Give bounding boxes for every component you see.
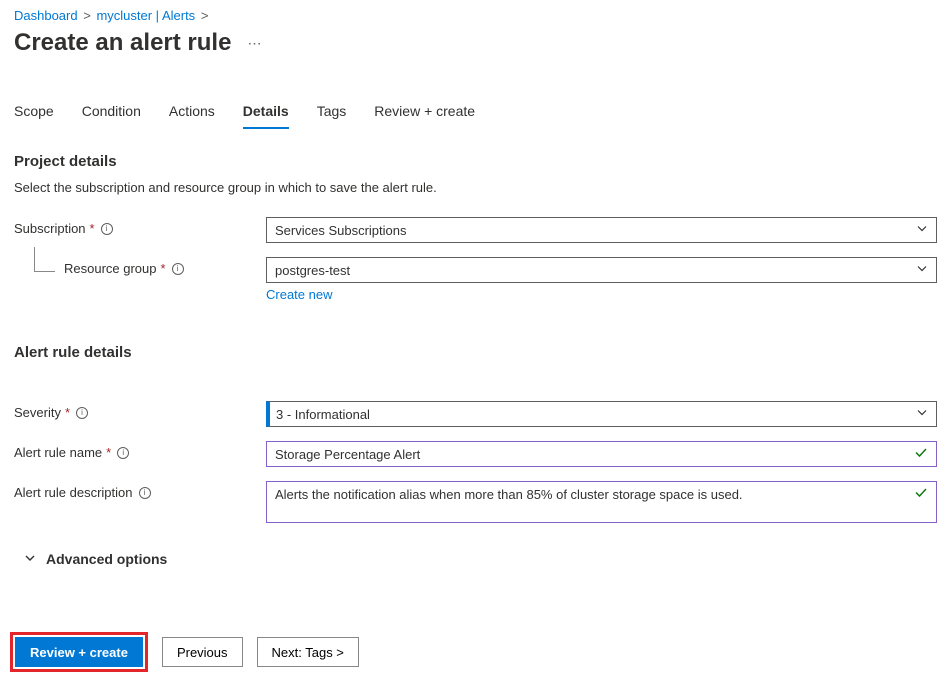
resource-group-select[interactable]: postgres-test — [266, 257, 937, 283]
tabs: Scope Condition Actions Details Tags Rev… — [0, 67, 951, 129]
info-icon[interactable]: i — [172, 263, 184, 275]
resource-group-label: Resource group * i — [14, 257, 266, 276]
section-title-project-details: Project details — [14, 153, 937, 170]
more-actions-button[interactable]: ⋯ — [243, 31, 265, 56]
alert-rule-description-input[interactable]: Alerts the notification alias when more … — [266, 481, 937, 523]
tab-details[interactable]: Details — [243, 97, 289, 129]
required-indicator: * — [106, 445, 111, 460]
create-new-link[interactable]: Create new — [266, 287, 332, 302]
breadcrumb-item-mycluster[interactable]: mycluster | Alerts — [96, 8, 195, 23]
info-icon[interactable]: i — [117, 447, 129, 459]
tab-actions[interactable]: Actions — [169, 97, 215, 129]
chevron-down-icon — [916, 407, 928, 422]
subscription-select[interactable]: Services Subscriptions — [266, 217, 937, 243]
breadcrumb-item-dashboard[interactable]: Dashboard — [14, 8, 78, 23]
tab-scope[interactable]: Scope — [14, 97, 54, 129]
severity-label: Severity * i — [14, 401, 266, 420]
page-title: Create an alert rule — [14, 29, 231, 57]
info-icon[interactable]: i — [101, 223, 113, 235]
footer: Review + create Previous Next: Tags > — [10, 632, 359, 672]
breadcrumb: Dashboard > mycluster | Alerts > — [0, 0, 951, 27]
tab-tags[interactable]: Tags — [317, 97, 347, 129]
required-indicator: * — [161, 261, 166, 276]
review-create-button[interactable]: Review + create — [15, 637, 143, 667]
page-header: Create an alert rule ⋯ — [0, 27, 951, 67]
previous-button[interactable]: Previous — [162, 637, 243, 667]
subscription-label: Subscription * i — [14, 217, 266, 236]
info-icon[interactable]: i — [139, 487, 151, 499]
info-icon[interactable]: i — [76, 407, 88, 419]
alert-rule-description-label: Alert rule description i — [14, 481, 266, 500]
tab-review-create[interactable]: Review + create — [374, 97, 475, 129]
required-indicator: * — [90, 221, 95, 236]
tab-condition[interactable]: Condition — [82, 97, 141, 129]
chevron-down-icon — [916, 223, 928, 238]
required-indicator: * — [65, 405, 70, 420]
next-button[interactable]: Next: Tags > — [257, 637, 359, 667]
severity-select[interactable]: 3 - Informational — [266, 401, 937, 427]
alert-rule-name-input[interactable]: Storage Percentage Alert — [266, 441, 937, 467]
breadcrumb-separator: > — [201, 8, 209, 23]
breadcrumb-separator: > — [83, 8, 91, 23]
advanced-options-toggle[interactable]: Advanced options — [14, 551, 937, 567]
section-description-project-details: Select the subscription and resource gro… — [14, 180, 937, 195]
check-icon — [914, 446, 928, 463]
check-icon — [914, 486, 928, 503]
advanced-options-label: Advanced options — [46, 551, 167, 567]
highlight-annotation: Review + create — [10, 632, 148, 672]
section-title-alert-rule-details: Alert rule details — [14, 344, 937, 361]
chevron-down-icon — [916, 263, 928, 278]
chevron-down-icon — [24, 552, 36, 567]
alert-rule-name-label: Alert rule name * i — [14, 441, 266, 460]
